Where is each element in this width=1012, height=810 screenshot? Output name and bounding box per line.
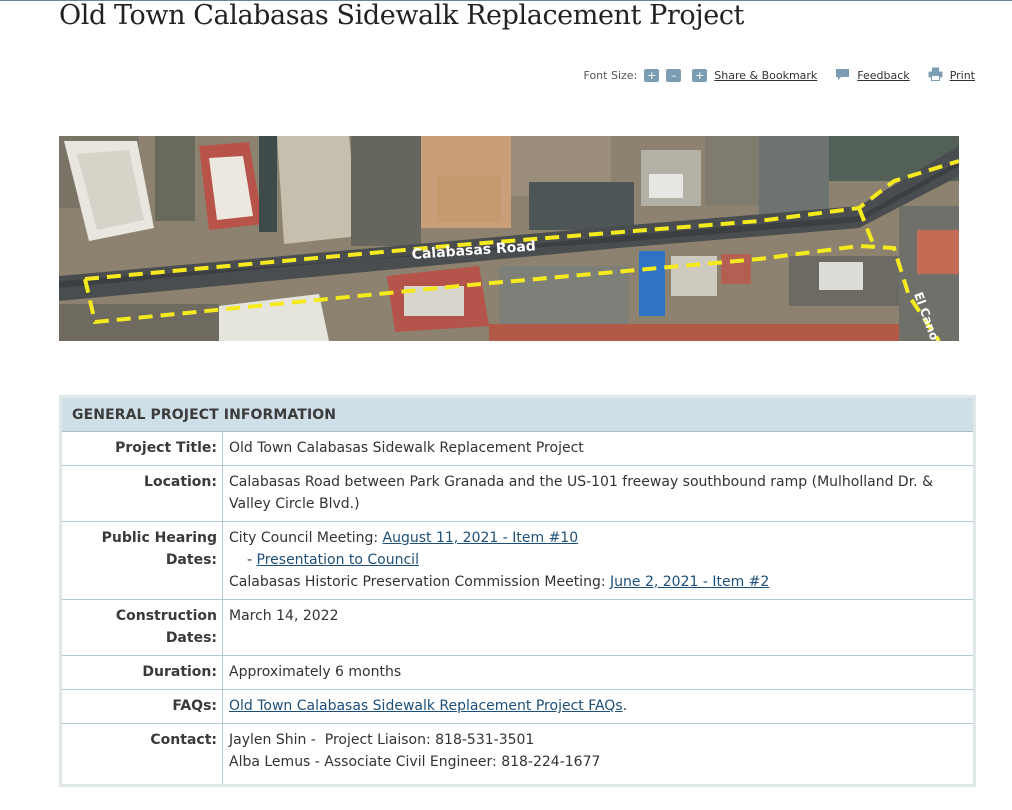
font-decrease-button[interactable]: – — [666, 69, 682, 82]
project-info-table: Project Title: Old Town Calabasas Sidewa… — [62, 432, 973, 784]
presentation-link[interactable]: Presentation to Council — [257, 552, 419, 568]
project-title-key: Project Title: — [62, 432, 223, 466]
print-link[interactable]: Print — [950, 69, 975, 82]
page-title: Old Town Calabasas Sidewalk Replacement … — [59, 0, 745, 31]
commission-meeting-link[interactable]: June 2, 2021 - Item #2 — [610, 574, 769, 590]
row-location: Location: Calabasas Road between Park Gr… — [62, 465, 973, 522]
contact-line-1: Jaylen Shin - Project Liaison: 818-531-3… — [229, 732, 535, 748]
project-area-map: Calabasas Road El Canon — [59, 136, 959, 341]
project-title-value: Old Town Calabasas Sidewalk Replacement … — [222, 432, 973, 466]
duration-key: Duration: — [62, 655, 223, 690]
hearing-line-2: - Presentation to Council — [229, 549, 967, 571]
contact-value: Jaylen Shin - Project Liaison: 818-531-3… — [223, 724, 974, 785]
hearing-line-1: City Council Meeting: August 11, 2021 - … — [229, 527, 967, 549]
row-duration: Duration: Approximately 6 months — [62, 655, 973, 690]
contact-line-2: Alba Lemus - Associate Civil Engineer: 8… — [229, 754, 601, 770]
row-faqs: FAQs: Old Town Calabasas Sidewalk Replac… — [62, 689, 973, 724]
presentation-dash: - — [247, 552, 257, 568]
council-meeting-link[interactable]: August 11, 2021 - Item #10 — [383, 530, 579, 546]
faqs-key: FAQs: — [62, 689, 223, 724]
contact-key: Contact: — [62, 723, 223, 784]
font-increase-button[interactable]: + — [644, 69, 660, 82]
font-size-label: Font Size: — [583, 69, 638, 82]
hearing-dates-value: City Council Meeting: August 11, 2021 - … — [222, 521, 973, 600]
faqs-suffix: . — [622, 698, 628, 714]
location-value: Calabasas Road between Park Granada and … — [222, 465, 973, 522]
print-icon[interactable] — [928, 67, 943, 84]
hearing-line-3: Calabasas Historic Preservation Commissi… — [229, 571, 967, 593]
share-icon[interactable]: + — [692, 69, 708, 82]
city-council-label: City Council Meeting: — [229, 530, 383, 546]
construction-dates-value: March 14, 2022 — [222, 599, 973, 656]
hearing-dates-key: Public Hearing Dates: — [62, 521, 223, 600]
feedback-link[interactable]: Feedback — [857, 69, 909, 82]
commission-label: Calabasas Historic Preservation Commissi… — [229, 574, 611, 590]
row-project-title: Project Title: Old Town Calabasas Sidewa… — [62, 432, 973, 466]
row-hearing-dates: Public Hearing Dates: City Council Meeti… — [62, 521, 973, 600]
page-tools: Font Size: + – + Share & Bookmark Feedba… — [584, 67, 975, 84]
location-key: Location: — [62, 465, 223, 522]
faqs-value: Old Town Calabasas Sidewalk Replacement … — [222, 689, 973, 724]
share-bookmark-link[interactable]: Share & Bookmark — [714, 69, 817, 82]
construction-dates-key: Construction Dates: — [62, 599, 223, 656]
project-info-panel: GENERAL PROJECT INFORMATION Project Titl… — [59, 395, 976, 787]
row-contact: Contact: Jaylen Shin - Project Liaison: … — [62, 723, 974, 785]
feedback-icon[interactable] — [835, 68, 850, 84]
duration-value: Approximately 6 months — [222, 655, 973, 690]
faqs-link[interactable]: Old Town Calabasas Sidewalk Replacement … — [229, 698, 623, 714]
info-heading: GENERAL PROJECT INFORMATION — [62, 398, 973, 432]
row-construction-dates: Construction Dates: March 14, 2022 — [62, 599, 973, 656]
